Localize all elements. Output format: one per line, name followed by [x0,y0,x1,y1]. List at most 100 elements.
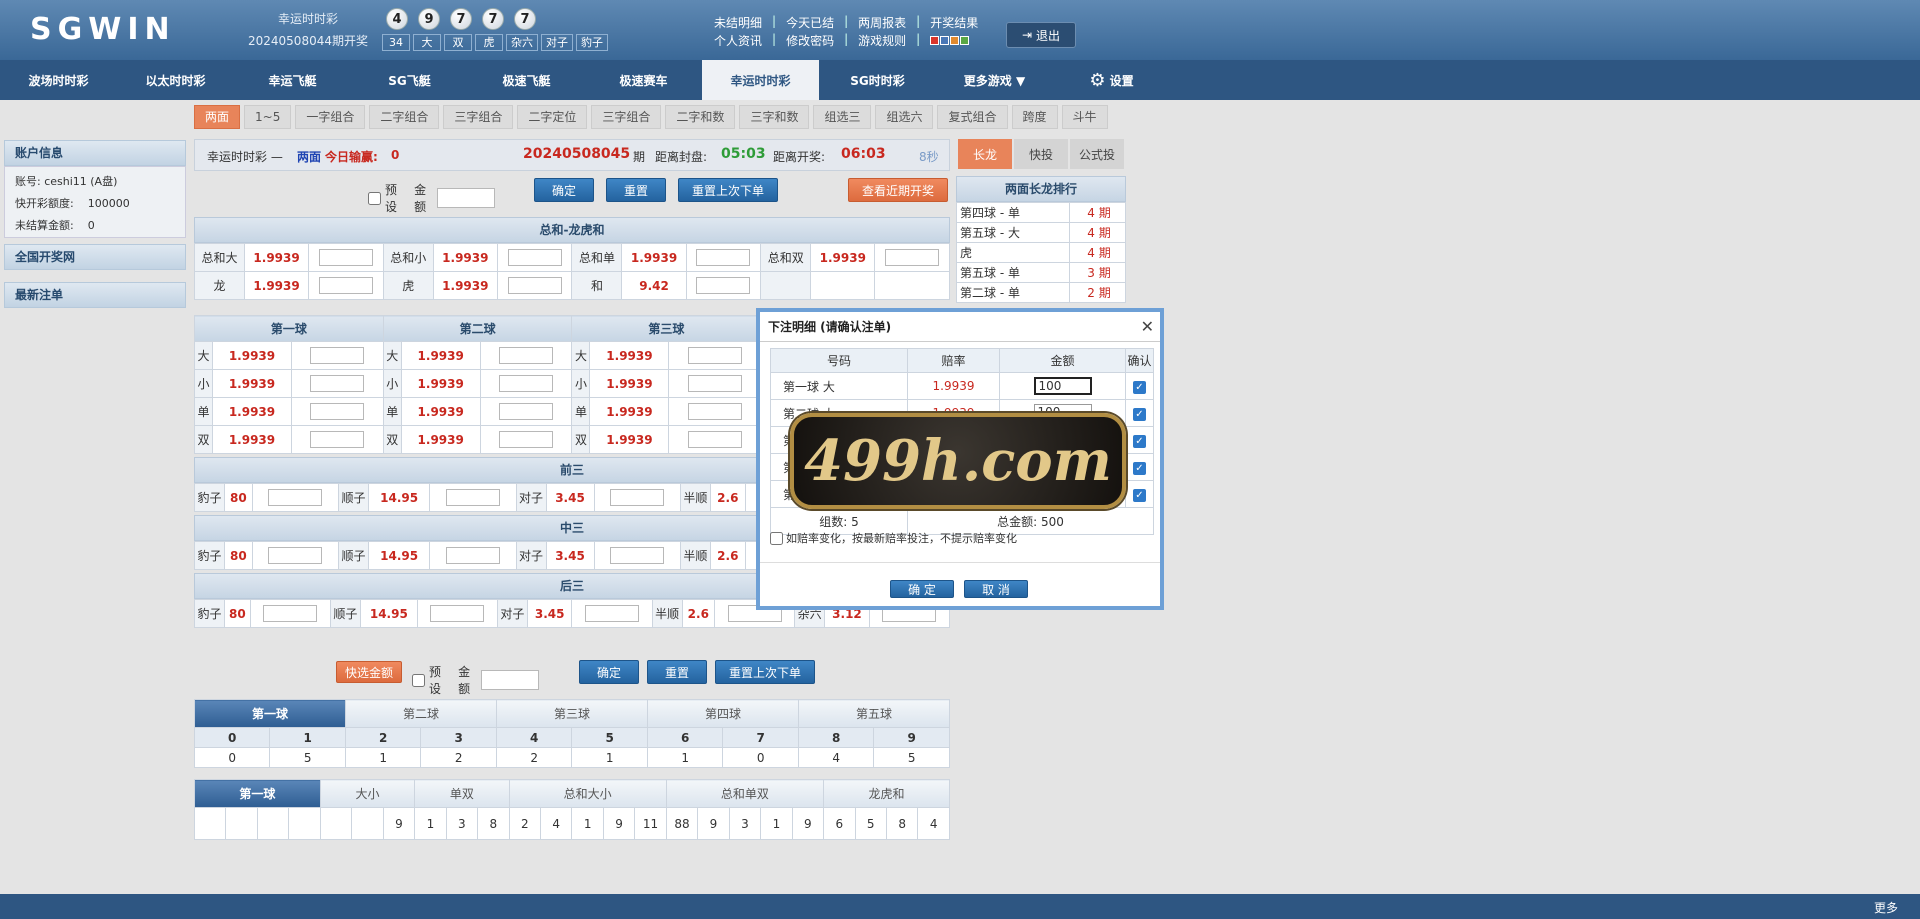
road-tab[interactable]: 大小 [319,779,416,808]
confirm-checkbox[interactable]: ✓ [1133,434,1146,448]
stats-tab[interactable]: 第四球 [646,699,799,728]
repeat-last-button[interactable]: 重置上次下单 [715,660,815,684]
bet-amount-input[interactable]: 100 [1033,377,1092,395]
bet-input[interactable] [318,277,373,294]
confirm-checkbox[interactable]: ✓ [1133,380,1146,394]
stats-tab[interactable]: 第一球 [194,699,346,728]
nav-item[interactable]: 极速飞艇 [468,60,585,100]
subnav-item[interactable]: 二字定位 [517,105,588,129]
bet-input[interactable] [507,277,562,294]
confirm-checkbox[interactable]: ✓ [1133,488,1146,502]
nav-item[interactable]: 幸运飞艇 [234,60,351,100]
repeat-last-button[interactable]: 重置上次下单 [678,178,778,202]
link-password[interactable]: 修改密码 [786,32,834,49]
bet-input[interactable] [687,347,742,364]
close-icon[interactable]: ✕ [1141,312,1154,342]
subnav-item[interactable]: 一字组合 [295,105,366,129]
quick-amount-button[interactable]: 快选金额 [336,661,402,683]
bet-input[interactable] [310,431,365,448]
bet-input[interactable] [268,489,323,506]
preset-checkbox[interactable] [368,191,381,205]
bet-input[interactable] [310,403,365,420]
bet-input[interactable] [499,375,554,392]
road-tab[interactable]: 龙虎和 [823,779,950,808]
link-results[interactable]: 开奖结果 [930,14,978,31]
reset-button[interactable]: 重置 [606,178,666,202]
theme-swatch[interactable] [940,36,950,45]
bet-input[interactable] [318,249,373,266]
dialog-confirm-button[interactable]: 确 定 [890,580,954,598]
subnav-item[interactable]: 斗牛 [1061,105,1108,129]
subnav-item[interactable]: 三字组合 [443,105,514,129]
bet-input[interactable] [687,375,742,392]
bet-input[interactable] [268,547,323,564]
bet-input[interactable] [696,249,751,266]
refresh-timer[interactable]: 8秒 [919,148,939,165]
confirm-checkbox[interactable]: ✓ [1133,407,1146,421]
bet-input[interactable] [507,249,562,266]
bet-input[interactable] [430,605,485,622]
bet-input[interactable] [499,431,554,448]
amount-input[interactable] [437,188,496,208]
bet-input[interactable] [687,403,742,420]
amount-input[interactable] [481,670,540,690]
road-tab[interactable]: 单双 [414,779,510,808]
subnav-item[interactable]: 三字和数 [739,105,810,129]
nav-item-active[interactable]: 幸运时时彩 [702,60,819,100]
confirm-button[interactable]: 确定 [579,660,639,684]
tab-formula-bet[interactable]: 公式投 [1070,139,1124,169]
nav-item[interactable]: 波场时时彩 [0,60,117,100]
road-tab[interactable]: 总和大小 [508,779,667,808]
odds-change-checkbox[interactable] [770,531,783,545]
reset-button[interactable]: 重置 [647,660,707,684]
subnav-item[interactable]: 两面 [194,105,241,129]
ad-banner[interactable]: 499h.com [790,413,1126,509]
confirm-checkbox[interactable]: ✓ [1133,461,1146,475]
bet-input[interactable] [585,605,640,622]
bet-input[interactable] [263,605,318,622]
nav-item-more[interactable]: 更多游戏 ▼ [936,60,1053,100]
subnav-item[interactable]: 二字组合 [369,105,440,129]
subnav-item[interactable]: 二字和数 [665,105,736,129]
road-tab[interactable]: 第一球 [194,779,321,808]
tab-long-dragon[interactable]: 长龙 [958,139,1012,169]
link-profile[interactable]: 个人资讯 [714,32,762,49]
bet-input[interactable] [445,489,500,506]
bet-input[interactable] [610,489,665,506]
theme-swatch[interactable] [960,36,970,45]
bet-input[interactable] [445,547,500,564]
stats-tab[interactable]: 第三球 [495,699,648,728]
nav-settings[interactable]: ⚙ 设置 [1053,60,1170,100]
nav-item[interactable]: SG时时彩 [819,60,936,100]
nav-item[interactable]: SG飞艇 [351,60,468,100]
bet-input[interactable] [499,403,554,420]
subnav-item[interactable]: 复式组合 [937,105,1008,129]
theme-swatch[interactable] [930,36,940,45]
subnav-item[interactable]: 组选六 [875,105,934,129]
latest-bets-link[interactable]: 最新注单 [4,282,186,308]
nav-item[interactable]: 极速赛车 [585,60,702,100]
link-today-settled[interactable]: 今天已结 [786,14,834,31]
subnav-item[interactable]: 三字组合 [591,105,662,129]
logout-button[interactable]: ⇥ 退出 [1006,22,1076,48]
link-rules[interactable]: 游戏规则 [858,32,906,49]
nav-item[interactable]: 以太时时彩 [117,60,234,100]
bet-input[interactable] [310,347,365,364]
bet-input[interactable] [610,547,665,564]
stats-tab[interactable]: 第五球 [797,699,951,728]
link-report[interactable]: 两周报表 [858,14,906,31]
bet-input[interactable] [696,277,751,294]
confirm-button[interactable]: 确定 [534,178,594,202]
recent-results-button[interactable]: 查看近期开奖 [848,178,948,202]
road-tab[interactable]: 总和单双 [665,779,825,808]
stats-tab[interactable]: 第二球 [344,699,497,728]
bet-input[interactable] [885,249,940,266]
preset-checkbox[interactable] [412,673,425,687]
national-results-link[interactable]: 全国开奖网 [4,244,186,270]
footer-more[interactable]: 更多 [1874,899,1898,916]
tab-quick-bet[interactable]: 快投 [1014,139,1068,169]
bet-input[interactable] [310,375,365,392]
link-unsettled[interactable]: 未结明细 [714,14,762,31]
theme-swatch[interactable] [950,36,960,45]
subnav-item[interactable]: 跨度 [1011,105,1058,129]
